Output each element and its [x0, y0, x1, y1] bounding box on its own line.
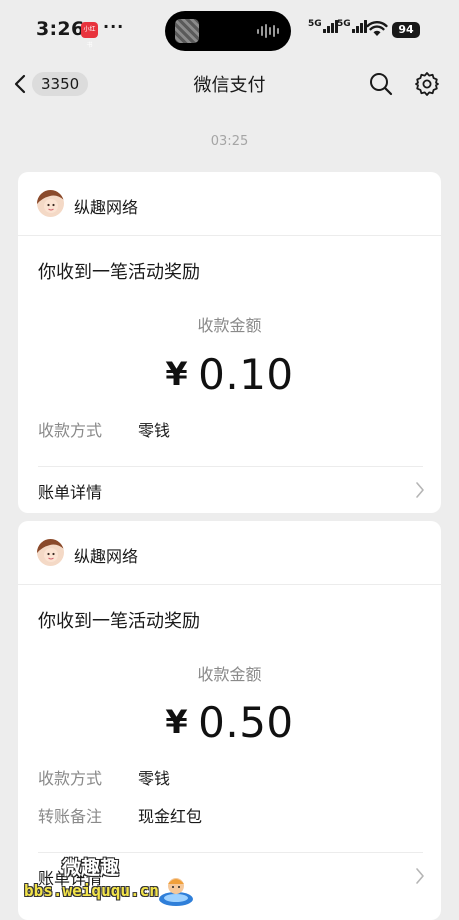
row-value: 零钱	[138, 769, 171, 788]
card-header[interactable]: 纵趣网络	[18, 172, 441, 236]
message-timestamp: 03:25	[210, 134, 249, 149]
wifi-icon	[366, 21, 388, 36]
dynamic-island[interactable]	[165, 11, 291, 51]
chevron-right-icon	[416, 868, 424, 884]
currency-symbol: ¥	[165, 355, 189, 393]
row-key: 转账备注	[38, 807, 103, 826]
avatar	[37, 539, 64, 566]
bill-details-label: 账单详情	[38, 483, 103, 502]
app-notification-icon: 小红书	[81, 22, 98, 49]
amount-number: 0.50	[198, 698, 294, 747]
watermark-logo-icon	[159, 878, 193, 906]
amount-label: 收款金额	[197, 316, 262, 335]
sender-name: 纵趣网络	[74, 547, 139, 566]
card-title: 你收到一笔活动奖励	[38, 262, 200, 283]
row-key: 收款方式	[38, 421, 103, 440]
watermark-title: 微趣趣	[62, 857, 120, 879]
info-row-payment-method: 收款方式 零钱	[38, 417, 170, 441]
more-notifications-icon: ···	[103, 17, 125, 36]
row-key: 收款方式	[38, 769, 103, 788]
amount-value: ¥0.10	[18, 350, 441, 399]
search-icon[interactable]	[368, 71, 394, 97]
row-value: 零钱	[138, 421, 171, 440]
currency-symbol: ¥	[165, 703, 189, 741]
info-row-payment-method: 收款方式 零钱	[38, 765, 170, 789]
gear-icon[interactable]	[414, 71, 440, 97]
network-type-2: 5G	[337, 19, 351, 29]
card-title: 你收到一笔活动奖励	[38, 611, 200, 632]
battery-level: 94	[392, 22, 420, 38]
watermark: 微趣趣 bbs.weiququ.cn	[6, 845, 206, 917]
card-header[interactable]: 纵趣网络	[18, 521, 441, 585]
watermark-url: bbs.weiququ.cn	[24, 881, 159, 900]
status-time: 3:26	[36, 18, 85, 40]
screen: 3:26 小红书 ··· 5G 5G 94 3350 微信支付 03:25 纵趣…	[0, 0, 459, 920]
network-type-1: 5G	[308, 19, 322, 29]
chevron-right-icon	[416, 482, 424, 498]
amount-label: 收款金额	[197, 665, 262, 684]
status-bar: 3:26 小红书 ··· 5G 5G 94	[0, 0, 459, 62]
sender-name: 纵趣网络	[74, 198, 139, 217]
cellular-signal-1-icon: 5G	[308, 20, 338, 33]
nav-bar: 3350 微信支付	[0, 62, 459, 106]
amount-value: ¥0.50	[18, 698, 441, 747]
avatar	[37, 190, 64, 217]
info-row-remark: 转账备注 现金红包	[38, 803, 202, 827]
media-thumbnail-icon	[175, 19, 199, 43]
cellular-signal-2-icon: 5G	[337, 20, 367, 33]
audio-wave-icon	[257, 24, 279, 38]
payment-card[interactable]: 纵趣网络 你收到一笔活动奖励 收款金额 ¥0.10 收款方式 零钱 账单详情	[18, 172, 441, 513]
bill-details-link[interactable]: 账单详情	[18, 467, 441, 513]
amount-number: 0.10	[198, 350, 294, 399]
row-value: 现金红包	[138, 807, 203, 826]
